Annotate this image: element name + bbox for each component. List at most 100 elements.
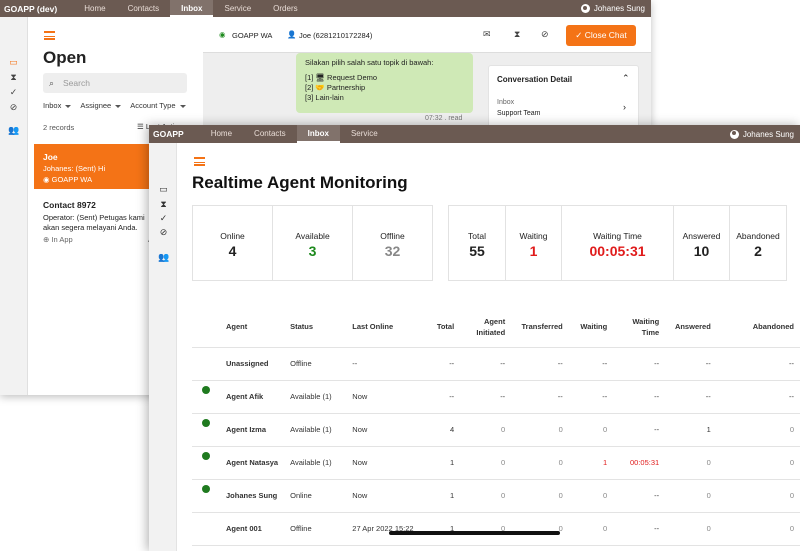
detail-value: Support Team — [497, 110, 541, 117]
cell-status: Available (1) — [284, 446, 347, 480]
cell-agent: Unassigned — [192, 347, 285, 381]
user-menu[interactable]: Johanes Sung — [580, 4, 645, 13]
detail-title: Conversation Detail — [497, 75, 573, 84]
person-icon: 👤 — [287, 30, 297, 39]
team-icon[interactable]: 👥 — [8, 125, 19, 136]
cell-last-online: -- — [346, 347, 422, 381]
cell-total: 1 — [421, 512, 461, 546]
chevron-up-icon[interactable]: ⌃ — [622, 73, 630, 84]
table-row[interactable]: Agent Izma Available (1) Now 4 0 0 0 -- 1 0 — [192, 413, 800, 447]
inbox-icon[interactable]: ▭ — [158, 184, 169, 195]
stat-value: 32 — [384, 243, 401, 259]
filter-account-type[interactable]: Account Type — [130, 101, 186, 110]
cell-waiting-time: -- — [613, 512, 666, 546]
stat-label: Answered — [682, 231, 721, 241]
cell-status: Available (1) — [284, 413, 347, 447]
table-row[interactable]: Agent 001 Offline 27 Apr 2022 15:22 1 0 0 0 -- 0… — [192, 512, 800, 546]
table-row[interactable]: Agent Afik Available (1) Now -- -- -- -- -- -- -- — [192, 380, 800, 414]
chevron-right-icon[interactable]: › — [623, 102, 626, 112]
col-header-agent[interactable]: Agent — [192, 307, 285, 348]
nav-service[interactable]: Service — [340, 125, 389, 143]
check-icon[interactable]: ✓ — [8, 87, 19, 98]
menu-icon[interactable] — [194, 157, 205, 166]
stat-value: 3 — [308, 243, 317, 259]
page-title: Realtime Agent Monitoring — [192, 173, 408, 192]
cell-waiting-time: -- — [613, 413, 666, 447]
col-header-total[interactable]: Total — [421, 307, 461, 348]
nav-inbox[interactable]: Inbox — [296, 125, 340, 143]
stat-label: Waiting Time — [593, 231, 642, 241]
cell-transferred: 0 — [511, 446, 569, 480]
cell-status: Available (1) — [284, 380, 347, 414]
menu-icon[interactable] — [44, 31, 55, 40]
col-header-answered[interactable]: Answered — [665, 307, 717, 348]
cell-waiting-time: 00:05:31 — [613, 446, 666, 480]
hourglass-icon[interactable]: ⧗ — [158, 199, 169, 210]
user-menu[interactable]: Johanes Sung — [729, 129, 794, 139]
nav-orders[interactable]: Orders — [262, 0, 308, 17]
agent-name: Agent Afik — [226, 392, 264, 401]
cell-waiting: 0 — [568, 479, 614, 513]
col-header-transferred[interactable]: Transferred — [511, 307, 569, 348]
inbox-icon[interactable]: ▭ — [8, 57, 19, 68]
search-input[interactable]: Search — [43, 73, 187, 93]
cell-status: Offline — [284, 512, 347, 546]
blocked-icon[interactable]: ⊘ — [158, 227, 169, 238]
cell-answered: 0 — [665, 479, 717, 513]
filter-inbox[interactable]: Inbox — [43, 101, 72, 110]
search-icon: ⌕ — [49, 78, 55, 88]
nav-contacts[interactable]: Contacts — [117, 0, 171, 17]
col-header-waiting[interactable]: Waiting — [568, 307, 614, 348]
stat-label: Waiting — [519, 231, 548, 241]
side-rail: ▭ ⧗ ✓ ⊘ 👥 — [0, 17, 28, 395]
records-count: 2 records — [43, 123, 75, 132]
table-row[interactable]: Unassigned Offline -- -- -- -- -- -- -- -- — [192, 347, 800, 381]
col-header-status[interactable]: Status — [284, 307, 347, 348]
stat-online: Online 4 — [192, 205, 273, 281]
nav-inbox[interactable]: Inbox — [170, 0, 214, 17]
cell-total: -- — [421, 347, 461, 381]
cell-waiting: 1 — [568, 446, 614, 480]
check-icon[interactable]: ✓ — [158, 213, 169, 224]
blocked-icon[interactable]: ⊘ — [8, 102, 19, 113]
agent-name: Agent 001 — [226, 524, 262, 533]
app-title: GOAPP (dev) — [4, 3, 58, 14]
cell-agent: Agent Natasya — [192, 446, 285, 480]
top-nav: GOAPP (dev) Home Contacts Inbox Service … — [0, 0, 651, 17]
table-row[interactable]: Agent Natasya Available (1) Now 1 0 0 1 00:05:3… — [192, 446, 800, 480]
nav-contacts[interactable]: Contacts — [243, 125, 297, 143]
mail-icon[interactable]: ✉ — [483, 29, 491, 40]
message-line: Silakan pilih salah satu topik di bawah: — [305, 58, 434, 67]
blocked-icon[interactable]: ⊘ — [541, 29, 549, 40]
detail-label: Inbox — [497, 99, 515, 106]
monitoring-main: Realtime Agent Monitoring Online 4 Avail… — [177, 143, 800, 551]
nav-home[interactable]: Home — [200, 125, 243, 143]
stat-value: 2 — [754, 243, 762, 259]
cell-status: Offline — [284, 347, 347, 381]
col-header-waiting-time[interactable]: Waiting Time — [613, 307, 666, 348]
cell-waiting: 0 — [568, 413, 614, 447]
hourglass-icon[interactable]: ⧗ — [8, 72, 19, 83]
stat-value: 10 — [693, 243, 710, 259]
cell-agent: Agent 001 — [192, 512, 285, 546]
col-header-last-online[interactable]: Last Online — [346, 307, 422, 348]
col-header-agent-initiated[interactable]: Agent Initiated — [460, 307, 512, 348]
chat-message: Silakan pilih salah satu topik di bawah:… — [296, 53, 473, 113]
cell-last-online: 27 Apr 2022 15:22 — [346, 512, 422, 546]
online-status-dot — [202, 452, 210, 460]
team-icon[interactable]: 👥 — [158, 252, 169, 263]
cell-status: Online — [284, 479, 347, 513]
stat-value: 55 — [469, 243, 485, 259]
stat-value: 1 — [529, 243, 538, 259]
col-header-abandoned[interactable]: Abandoned — [716, 307, 800, 348]
cell-agent: Agent Afik — [192, 380, 285, 414]
message-timestamp: 07:32 . read — [425, 115, 463, 122]
conversation-channel: GOAPP WA — [51, 175, 93, 184]
table-row[interactable]: Johanes Sung Online Now 1 0 0 0 -- 0 0 — [192, 479, 800, 513]
filter-assignee[interactable]: Assignee — [80, 101, 122, 110]
nav-service[interactable]: Service — [213, 0, 262, 17]
close-chat-button[interactable]: ✓ Close Chat — [566, 25, 636, 46]
stat-label: Available — [295, 231, 330, 241]
nav-home[interactable]: Home — [73, 0, 116, 17]
hourglass-icon[interactable]: ⧗ — [514, 29, 520, 40]
